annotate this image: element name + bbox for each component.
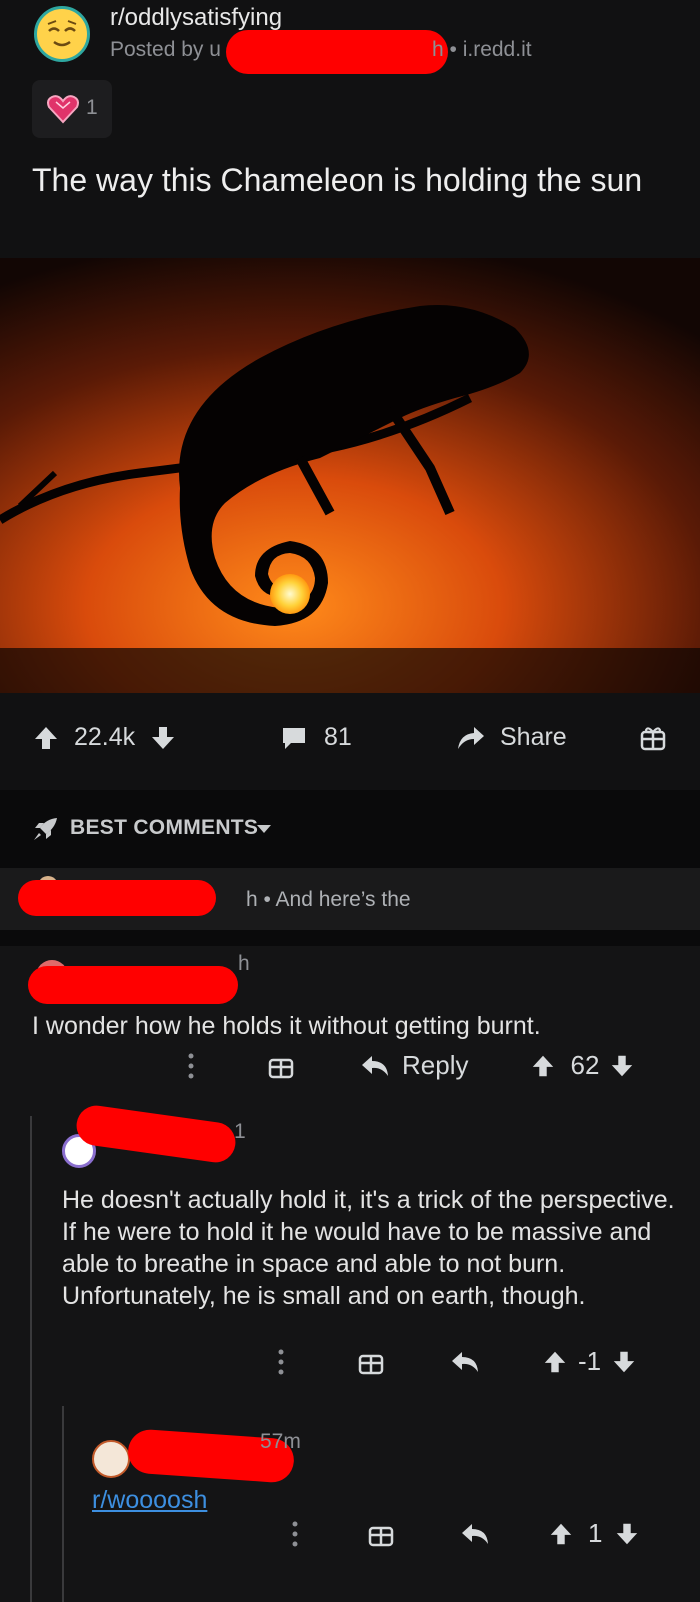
comment-thread: h I wonder how he holds it without getti…: [0, 946, 700, 1602]
thread-line[interactable]: [30, 1116, 32, 1602]
downvote-icon[interactable]: [614, 1520, 640, 1548]
comment-score: -1: [578, 1346, 602, 1376]
redaction-mark: [226, 30, 448, 74]
vote-group: 22.4k: [32, 723, 177, 752]
heart-gem-award-icon: [47, 95, 79, 124]
more-options-icon[interactable]: [276, 1347, 286, 1377]
share-arrow-icon: [458, 726, 484, 749]
downvote-icon[interactable]: [149, 724, 177, 752]
comment-body[interactable]: He doesn't actually hold it, it's a tric…: [62, 1184, 682, 1312]
comment-action-bar: -1: [276, 1346, 637, 1377]
more-options-icon[interactable]: [290, 1519, 300, 1549]
subreddit-avatar[interactable]: [34, 6, 90, 62]
gift-award-icon[interactable]: [368, 1521, 394, 1547]
reply-arrow-icon[interactable]: [450, 1349, 480, 1375]
redaction-mark: [28, 966, 238, 1004]
comment-time: 1: [234, 1120, 246, 1143]
comments-button[interactable]: 81: [280, 723, 352, 752]
post-title[interactable]: The way this Chameleon is holding the su…: [32, 160, 672, 200]
upvote-icon[interactable]: [548, 1520, 574, 1548]
collapsed-comment[interactable]: h • And here’s the: [0, 868, 700, 930]
gift-award-icon[interactable]: [268, 1053, 294, 1079]
avatar: [92, 1440, 130, 1478]
comment-count: 81: [324, 723, 352, 751]
subreddit-link[interactable]: r/woooosh: [92, 1486, 207, 1514]
comment-score: 62: [570, 1050, 600, 1080]
comment-body: r/woooosh: [92, 1484, 207, 1516]
post-time-domain[interactable]: h • i.redd.it: [432, 38, 532, 62]
post-image[interactable]: [0, 258, 700, 693]
reply-button[interactable]: Reply: [402, 1050, 468, 1081]
posted-by-label[interactable]: Posted by u: [110, 38, 221, 62]
comment-time: 57m: [260, 1430, 301, 1453]
upvote-icon[interactable]: [530, 1052, 556, 1080]
thread-line[interactable]: [62, 1406, 64, 1602]
award-count: 1: [86, 96, 98, 119]
downvote-icon[interactable]: [611, 1348, 637, 1376]
redaction-mark: [18, 880, 216, 916]
share-button[interactable]: Share: [456, 723, 567, 752]
downvote-icon[interactable]: [609, 1052, 635, 1080]
comment-time: h: [238, 952, 250, 975]
post-score: 22.4k: [74, 723, 136, 751]
rocket-icon: [34, 818, 57, 840]
chameleon-sunset-image: [0, 258, 700, 693]
share-label: Share: [500, 723, 567, 751]
more-options-icon[interactable]: [186, 1051, 196, 1081]
collapsed-comment-text: h • And here’s the: [246, 888, 411, 911]
redaction-mark: [73, 1103, 239, 1165]
comment-score: 1: [588, 1518, 603, 1548]
post-action-bar: 22.4k 81 Share: [0, 693, 700, 790]
comment-sort-bar[interactable]: BEST COMMENTS: [0, 790, 700, 868]
subreddit-name[interactable]: r/oddlysatisfying: [110, 4, 282, 32]
comment-action-bar: Reply 62: [186, 1050, 635, 1081]
sort-label: BEST COMMENTS: [70, 816, 259, 839]
upvote-icon[interactable]: [32, 724, 60, 752]
divider: [0, 930, 700, 946]
chevron-down-icon: [257, 825, 271, 833]
comment-bubble-icon: [283, 727, 305, 749]
reply-arrow-icon[interactable]: [360, 1053, 390, 1079]
reply-arrow-icon[interactable]: [460, 1521, 490, 1547]
gift-award-icon[interactable]: [358, 1349, 384, 1375]
award-badge[interactable]: 1: [32, 80, 112, 138]
post-header: r/oddlysatisfying Posted by u h • i.redd…: [0, 0, 700, 258]
comment-body[interactable]: I wonder how he holds it without getting…: [32, 1010, 672, 1042]
comment-action-bar: 1: [290, 1518, 640, 1549]
relieved-face-icon: [47, 20, 77, 47]
gift-award-icon[interactable]: [640, 725, 666, 751]
upvote-icon[interactable]: [542, 1348, 568, 1376]
